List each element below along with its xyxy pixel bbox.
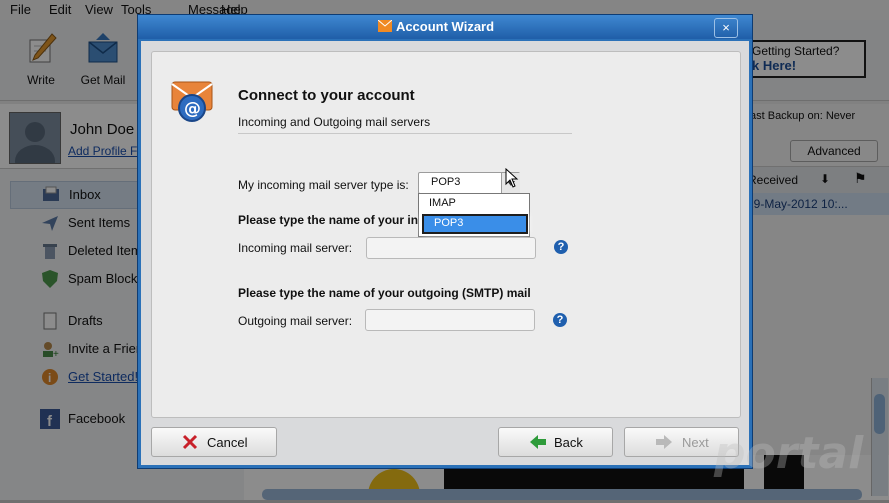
incoming-server-label: Incoming mail server: — [238, 241, 353, 255]
next-label: Next — [682, 435, 709, 450]
page-title: Connect to your account — [238, 87, 415, 104]
cancel-x-icon — [182, 434, 198, 450]
mouse-cursor-icon — [505, 168, 519, 188]
dialog-title: Account Wizard — [395, 19, 495, 34]
email-account-icon: @ — [171, 81, 213, 122]
outgoing-server-label: Outgoing mail server: — [238, 314, 353, 328]
back-button[interactable]: Back — [498, 427, 613, 457]
incoming-help-icon[interactable]: ? — [554, 240, 568, 254]
outgoing-server-input[interactable] — [365, 309, 535, 331]
wizard-panel: @ Connect to your account Incoming and O… — [151, 51, 741, 418]
cancel-button[interactable]: Cancel — [151, 427, 277, 457]
cancel-label: Cancel — [207, 435, 248, 450]
dialog-body: @ Connect to your account Incoming and O… — [141, 41, 749, 465]
option-imap[interactable]: IMAP — [419, 194, 529, 214]
close-button[interactable]: × — [714, 18, 738, 38]
option-pop3[interactable]: POP3 — [422, 214, 528, 234]
page-subtitle: Incoming and Outgoing mail servers — [238, 115, 431, 129]
server-type-label: My incoming mail server type is: — [238, 178, 409, 192]
svg-text:portal: portal — [713, 428, 864, 479]
server-type-dropdown: IMAP POP3 — [418, 193, 530, 237]
svg-text:@: @ — [184, 99, 201, 119]
incoming-prompt: Please type the name of your inc — [238, 213, 425, 227]
outgoing-help-icon[interactable]: ? — [553, 313, 567, 327]
dialog-title-bar[interactable]: Account Wizard × — [138, 15, 752, 39]
server-type-value: POP3 — [431, 176, 461, 188]
account-wizard-dialog: Account Wizard × @ Connect to your accou… — [137, 14, 753, 469]
title-divider — [238, 133, 572, 134]
watermark-logo: portal — [713, 428, 864, 479]
back-label: Back — [554, 435, 583, 450]
arrow-left-icon — [530, 435, 546, 449]
incoming-server-input[interactable] — [366, 237, 536, 259]
outgoing-prompt: Please type the name of your outgoing (S… — [238, 286, 531, 300]
arrow-right-icon — [656, 435, 672, 449]
